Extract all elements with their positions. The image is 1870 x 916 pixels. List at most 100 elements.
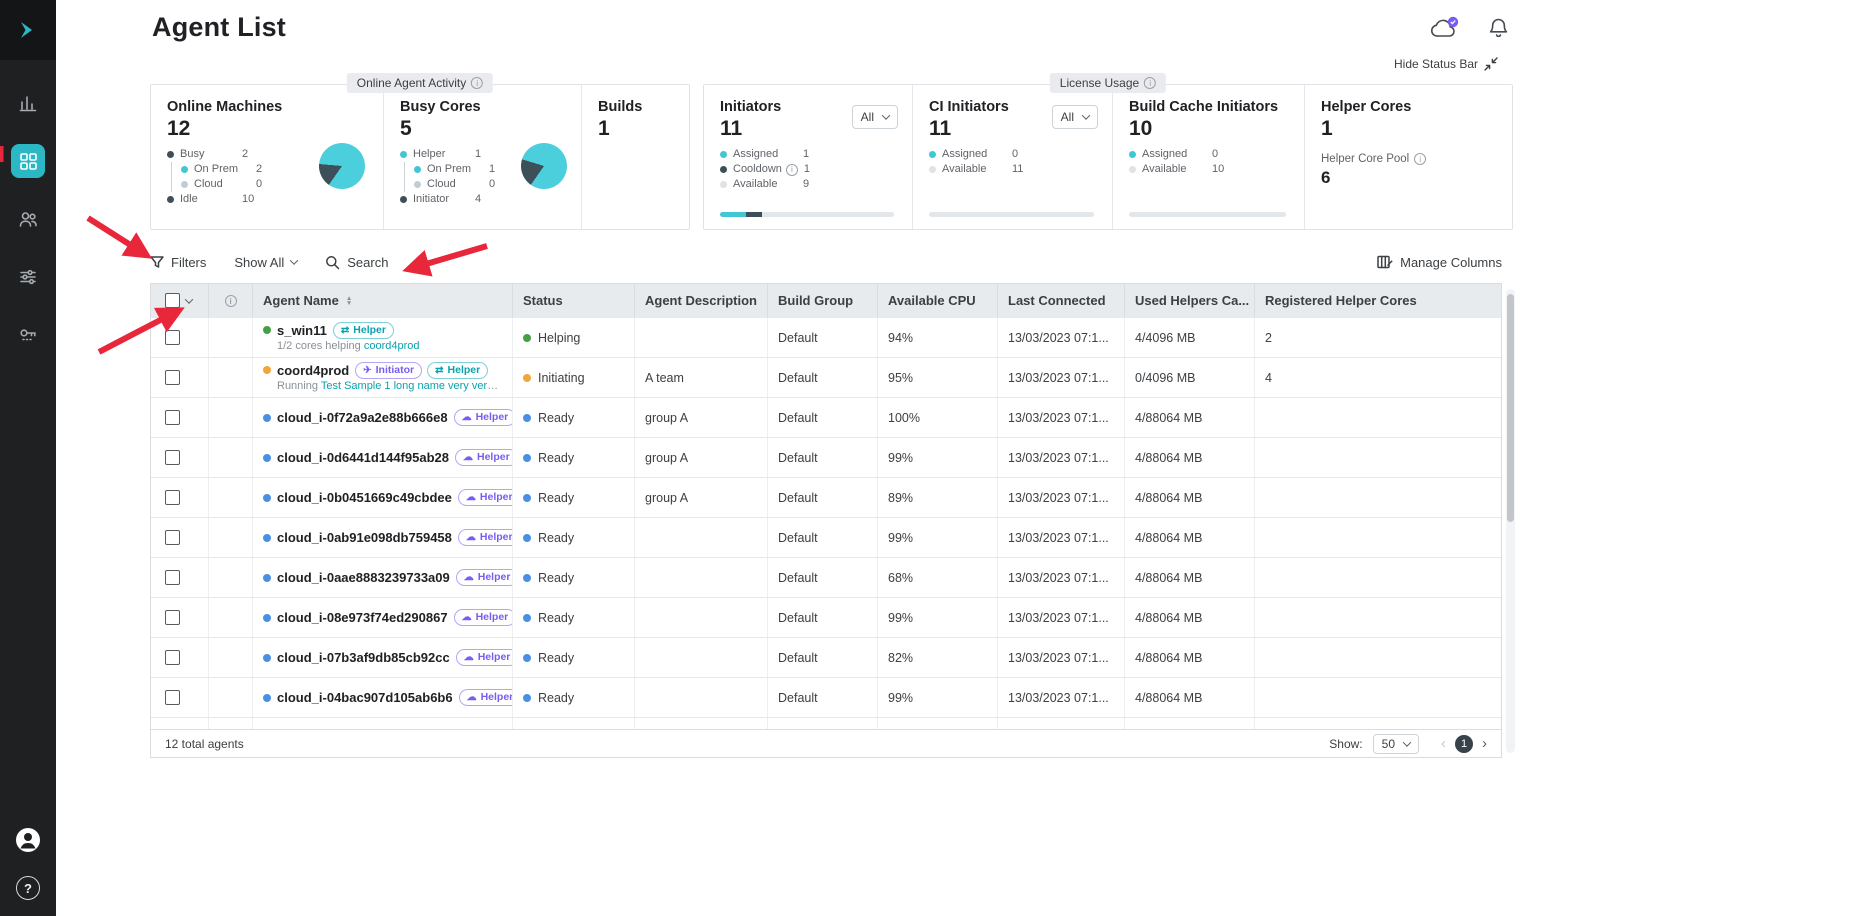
column-header-available-cpu[interactable]: Available CPU <box>878 284 998 317</box>
ci-initiators-filter-select[interactable]: All <box>1052 105 1098 129</box>
row-checkbox[interactable] <box>165 490 180 505</box>
table-row[interactable]: cloud_i-0ab91e098db759458 ☁Helper Ready … <box>151 517 1501 557</box>
row-checkbox[interactable] <box>165 570 180 585</box>
row-checkbox[interactable] <box>165 370 180 385</box>
next-page-button[interactable]: › <box>1482 735 1487 752</box>
helper-cores-stat: Helper Cores 1 Helper Core Pool i 6 <box>1304 85 1514 229</box>
info-icon[interactable]: i <box>1414 153 1426 165</box>
select-all-checkbox[interactable] <box>165 293 180 308</box>
current-page-badge[interactable]: 1 <box>1455 735 1473 753</box>
filters-button[interactable]: Filters <box>150 255 206 270</box>
table-row[interactable]: cloud_i-0f72a9a2e88b666e8 ☁Helper Ready … <box>151 397 1501 437</box>
app-logo[interactable] <box>0 0 56 60</box>
status-dot <box>523 694 531 702</box>
status-label: Ready <box>538 531 574 545</box>
scrollbar-thumb[interactable] <box>1507 294 1514 522</box>
build-cache-legend: Assigned0 Available10 <box>1129 147 1290 177</box>
column-header-used-helpers[interactable]: Used Helpers Ca... <box>1125 284 1255 317</box>
table-row[interactable]: s_win11 ⇄Helper 1/2 cores helping coord4… <box>151 317 1501 357</box>
row-checkbox[interactable] <box>165 330 180 345</box>
cloud-status-button[interactable] <box>1430 16 1460 47</box>
table-row[interactable]: cloud_i-0b0451669c49cbdee ☁Helper Ready … <box>151 477 1501 517</box>
registered-cores-cell: 4 <box>1255 358 1501 397</box>
available-cpu-cell: 89% <box>878 478 998 517</box>
status-label: Ready <box>538 651 574 665</box>
info-icon[interactable]: i <box>471 77 483 89</box>
stat-value: 1 <box>1321 117 1500 141</box>
previous-page-button[interactable]: ‹ <box>1441 735 1446 752</box>
registered-cores-cell <box>1255 558 1501 597</box>
sidebar-item-settings[interactable] <box>11 260 45 294</box>
table-scrollbar[interactable] <box>1506 289 1515 753</box>
registered-cores-cell <box>1255 678 1501 717</box>
initiators-usage-bar <box>720 212 894 217</box>
used-helpers-cell: 4/4096 MB <box>1125 318 1255 357</box>
row-checkbox[interactable] <box>165 530 180 545</box>
row-checkbox[interactable] <box>165 650 180 665</box>
key-icon <box>18 325 38 345</box>
row-checkbox[interactable] <box>165 410 180 425</box>
used-helpers-cell: 4/88064 MB <box>1125 558 1255 597</box>
select-all-header <box>151 284 209 317</box>
table-row[interactable]: cloud_i-07b3af9db85cb92cc ☁Helper Ready … <box>151 637 1501 677</box>
table-row[interactable]: coord4prod ✈Initiator⇄Helper Running Tes… <box>151 357 1501 397</box>
user-avatar[interactable] <box>15 827 41 858</box>
agent-name: cloud_i-0d6441d144f95ab28 <box>277 450 449 465</box>
info-icon[interactable]: i <box>1144 77 1156 89</box>
online-activity-panel-label: Online Agent Activity i <box>347 73 493 93</box>
select-menu-chevron-icon[interactable] <box>185 295 193 303</box>
agent-name-cell: cloud_i-04bac907d105ab6b6 ☁Helper <box>253 678 513 717</box>
row-checkbox[interactable] <box>165 610 180 625</box>
sidebar-item-license[interactable] <box>11 318 45 352</box>
hide-status-bar-button[interactable]: Hide Status Bar <box>1394 57 1498 71</box>
badge-icon: ☁ <box>463 451 473 464</box>
agent-status-dot <box>263 414 271 422</box>
show-all-dropdown[interactable]: Show All <box>234 255 297 270</box>
legend-dot <box>720 151 727 158</box>
column-header-last-connected[interactable]: Last Connected <box>998 284 1125 317</box>
helper-core-pool-value: 6 <box>1321 168 1500 188</box>
sidebar-item-users[interactable] <box>11 202 45 236</box>
notifications-button[interactable] <box>1488 17 1509 46</box>
status-dot <box>523 614 531 622</box>
status-dot <box>523 654 531 662</box>
table-row[interactable]: cloud_i-04bac907d105ab6b6 ☁Helper Ready … <box>151 677 1501 717</box>
cloud-badge: ☁Helper <box>454 409 513 426</box>
info-icon[interactable]: i <box>786 164 798 176</box>
table-row[interactable]: cloud_i-0d6441d144f95ab28 ☁Helper Ready … <box>151 437 1501 477</box>
agent-status-dot <box>263 494 271 502</box>
used-helpers-cell: 0/4096 MB <box>1125 358 1255 397</box>
search-button[interactable]: Search <box>325 255 388 270</box>
sort-icon[interactable]: ▲▼ <box>346 296 352 306</box>
available-cpu-cell: 99% <box>878 598 998 637</box>
row-info-cell <box>209 318 253 357</box>
sidebar-item-dashboard[interactable] <box>11 86 45 120</box>
license-usage-panel-label: License Usage i <box>1050 73 1166 93</box>
chevron-down-icon <box>290 256 298 264</box>
column-header-description[interactable]: Agent Description <box>635 284 768 317</box>
table-body-clip: s_win11 ⇄Helper 1/2 cores helping coord4… <box>151 317 1501 729</box>
available-cpu-cell: 94% <box>878 318 998 357</box>
column-header-status[interactable]: Status <box>513 284 635 317</box>
agent-subtitle[interactable]: 1/2 cores helping coord4prod <box>277 339 420 354</box>
table-row[interactable]: cloud_i-0aae8883239733a09 ☁Helper Ready … <box>151 557 1501 597</box>
page-size-select[interactable]: 50 <box>1373 734 1419 754</box>
agent-name: cloud_i-0f72a9a2e88b666e8 <box>277 410 448 425</box>
status-label: Ready <box>538 611 574 625</box>
agent-name: cloud_i-04bac907d105ab6b6 <box>277 690 453 705</box>
column-header-build-group[interactable]: Build Group <box>768 284 878 317</box>
column-header-agent-name[interactable]: Agent Name ▲▼ <box>253 284 513 317</box>
manage-columns-button[interactable]: Manage Columns <box>1377 255 1502 270</box>
help-button[interactable]: ? <box>16 876 40 900</box>
initiators-filter-select[interactable]: All <box>852 105 898 129</box>
agent-status-dot <box>263 614 271 622</box>
table-row[interactable]: cloud_i-08e973f74ed290867 ☁Helper Ready … <box>151 597 1501 637</box>
agent-subtitle[interactable]: Running Test Sample 1 long name very ver… <box>277 379 502 394</box>
sidebar-item-agents[interactable] <box>11 144 45 178</box>
row-checkbox[interactable] <box>165 450 180 465</box>
used-helpers-cell: 4/88064 MB <box>1125 438 1255 477</box>
row-checkbox[interactable] <box>165 690 180 705</box>
stat-title: Busy Cores <box>400 99 567 115</box>
status-info-header[interactable]: i <box>209 284 253 317</box>
column-header-registered-cores[interactable]: Registered Helper Cores <box>1255 284 1501 317</box>
